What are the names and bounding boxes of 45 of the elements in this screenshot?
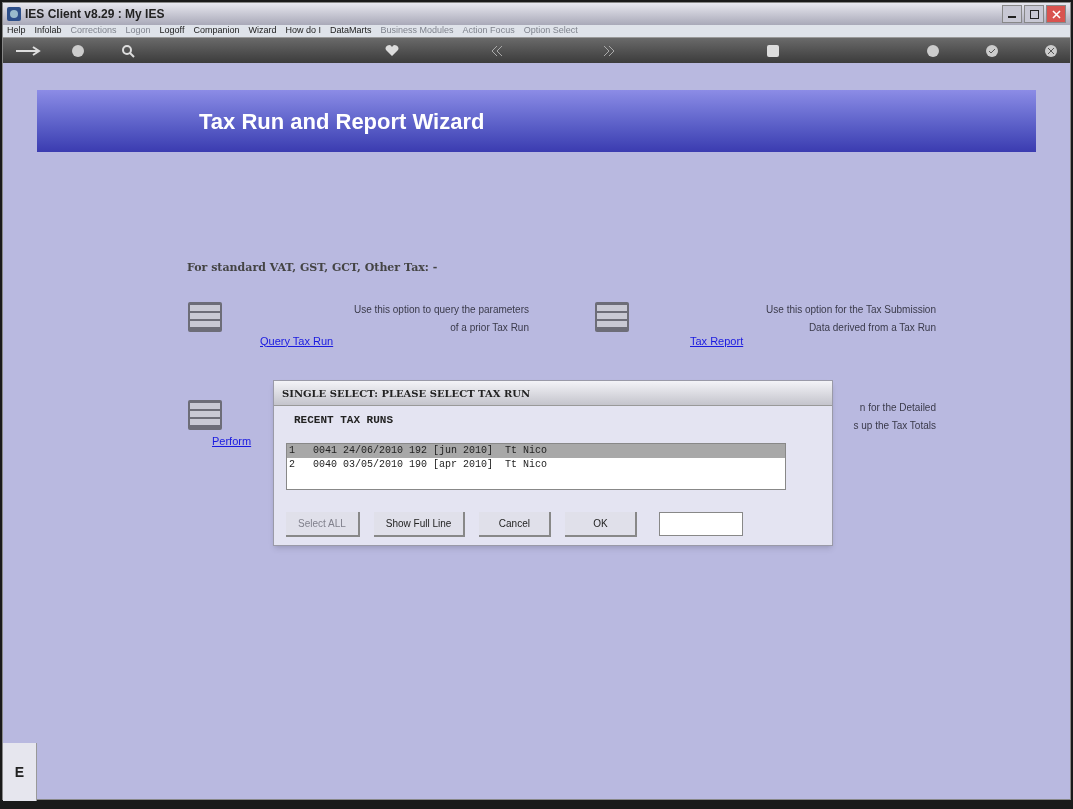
dialog-title: SINGLE SELECT: PLEASE SELECT TAX RUN <box>282 386 531 401</box>
search-icon[interactable] <box>121 43 135 58</box>
close-icon[interactable] <box>1044 43 1058 58</box>
option-description: Use this option for the Tax Submission Data derived from a Tax Run <box>766 302 936 335</box>
row-text: 0041 24/06/2010 192 [jun 2010] Tt Nico <box>313 444 548 458</box>
dialog-button[interactable]: Show Full Line <box>373 511 466 537</box>
app-icon <box>7 7 21 21</box>
section-heading: For standard VAT, GST, GCT, Other Tax: - <box>187 260 439 276</box>
circle-icon[interactable] <box>926 43 940 58</box>
dialog-button[interactable]: OK <box>565 511 638 537</box>
menu-item[interactable]: Help <box>7 24 26 38</box>
close-icon <box>1051 9 1061 19</box>
arrow-icon[interactable] <box>15 44 43 57</box>
menu-item[interactable]: Infolab <box>34 24 62 38</box>
option-link[interactable]: Tax Report <box>690 332 936 349</box>
list-icon[interactable] <box>187 300 223 333</box>
list-icon[interactable] <box>187 399 223 431</box>
check-icon[interactable] <box>985 43 999 58</box>
maximize-button[interactable] <box>1024 5 1044 23</box>
back-icon[interactable] <box>489 44 503 57</box>
menu-item[interactable]: DataMarts <box>330 24 372 38</box>
page-title: Tax Run and Report Wizard <box>199 107 485 136</box>
option-description: n for the Detailed s up the Tax Totals <box>853 401 936 433</box>
close-button[interactable] <box>1046 5 1066 23</box>
row-number: 2 <box>288 458 296 472</box>
forward-icon[interactable] <box>603 44 617 57</box>
menu-item[interactable]: Logoff <box>159 24 185 38</box>
maximize-icon <box>1029 9 1039 19</box>
menu-item[interactable]: Wizard <box>248 24 277 38</box>
row-number: 1 <box>288 444 296 458</box>
list-row[interactable]: 1 0041 24/06/2010 192 [jun 2010] Tt Nico <box>287 443 785 458</box>
option-link[interactable]: Query Tax Run <box>260 332 529 349</box>
list-heading: RECENT TAX RUNS <box>294 413 395 428</box>
dialog-button[interactable]: Cancel <box>479 511 552 537</box>
list-icon[interactable] <box>594 300 630 333</box>
option-description: Use this option to query the parameters of a prior Tax Run <box>353 302 529 335</box>
menu-item[interactable]: How do I <box>285 24 322 38</box>
menu-item[interactable]: Companion <box>193 24 240 38</box>
row-text: 0040 03/05/2010 190 [apr 2010] Tt Nico <box>313 458 548 472</box>
heart-icon[interactable] <box>385 44 399 57</box>
input-field[interactable] <box>659 512 744 536</box>
side-tab-label[interactable]: E <box>14 761 25 783</box>
square-icon[interactable] <box>767 44 779 57</box>
minimize-button[interactable] <box>1002 5 1022 23</box>
window-title: IES Client v8.29 : My IES <box>25 6 165 23</box>
